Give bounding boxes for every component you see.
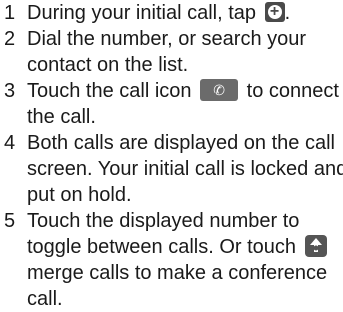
plus-circle-icon <box>264 1 285 22</box>
step-4-line-3: put on hold. <box>27 184 132 206</box>
step-1: 1 During your initial call, tap . <box>0 0 343 26</box>
step-2-line-2: contact on the list. <box>27 54 189 76</box>
step-4-line-2: screen. Your initial call is locked and <box>27 158 343 180</box>
step-number: 1 <box>4 2 16 24</box>
step-number: 2 <box>4 28 16 50</box>
step-2-line-1: Dial the number, or search your <box>27 28 307 50</box>
step-3-line-1: Touch the call icon ✆ to connect <box>27 78 339 102</box>
step-5-line-3: merge calls to make a conference <box>27 262 328 284</box>
step-2: 2 Dial the number, or search your contac… <box>0 26 343 78</box>
step-4: 4 Both calls are displayed on the call s… <box>0 130 343 208</box>
step-5-line-1: Touch the displayed number to <box>27 210 300 232</box>
step-3-line-2: the call. <box>27 106 96 128</box>
step-number: 4 <box>4 132 16 154</box>
step-5-line-4: call. <box>27 288 63 310</box>
instruction-steps: 1 During your initial call, tap . 2 Dial… <box>0 0 343 312</box>
phone-icon: ✆ <box>200 78 239 101</box>
step-5-line-2: toggle between calls. Or touch <box>27 234 343 260</box>
step-5: 5 Touch the displayed number to toggle b… <box>0 208 343 312</box>
step-number: 5 <box>4 210 16 232</box>
merge-calls-icon <box>304 234 327 257</box>
step-3: 3 Touch the call icon ✆ to connect the c… <box>0 78 343 130</box>
step-4-line-1: Both calls are displayed on the call <box>27 132 335 154</box>
step-number: 3 <box>4 80 16 102</box>
step-1-line-1: During your initial call, tap . <box>27 0 343 26</box>
